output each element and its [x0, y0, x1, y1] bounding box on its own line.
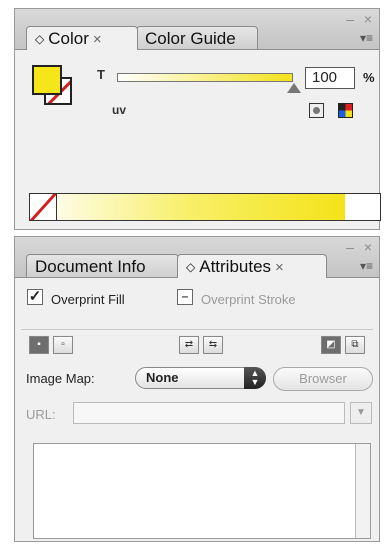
reverse-path-direction-off-icon[interactable]: ⇄ [179, 336, 199, 354]
tab-color-guide-label: Color Guide [145, 29, 236, 48]
tint-label: T [97, 67, 105, 82]
window-controls-icon[interactable]: – × [346, 11, 375, 27]
tab-color[interactable]: ◇ Color × [26, 26, 138, 50]
color-panel: ◇ Color × Color Guide – × ▾≡ T 100 % uv [14, 8, 381, 230]
image-map-label: Image Map: [26, 371, 95, 386]
diamond-icon: ◇ [186, 260, 196, 274]
tab-attributes-label: Attributes [199, 257, 272, 276]
white-swatch[interactable] [356, 194, 380, 203]
panel-menu-icon[interactable]: ▾≡ [360, 31, 373, 45]
overprint-stroke-checkbox[interactable]: – [177, 289, 193, 305]
tint-value-field[interactable]: 100 [305, 67, 355, 89]
url-label: URL: [26, 407, 56, 422]
overprint-fill-checkbox[interactable]: ✓ [27, 289, 43, 305]
overprint-stroke-label: Overprint Stroke [201, 292, 296, 307]
none-swatch[interactable] [30, 194, 57, 220]
close-icon[interactable]: × [93, 31, 102, 48]
image-map-select[interactable]: None ▲ ▼ [135, 367, 266, 389]
tab-color-guide[interactable]: Color Guide [136, 26, 258, 49]
tab-document-info-label: Document Info [35, 257, 146, 276]
tab-attributes[interactable]: ◇ Attributes × [177, 254, 327, 278]
select-arrows-icon: ▲ ▼ [244, 367, 266, 389]
fill-swatch[interactable] [32, 65, 62, 95]
url-input[interactable] [73, 402, 345, 424]
spot-color-icon[interactable] [309, 103, 324, 118]
attributes-panel-tabbar: Document Info ◇ Attributes × – × ▾≡ [15, 237, 379, 278]
panel-menu-icon[interactable]: ▾≡ [360, 259, 373, 273]
dont-show-center-icon[interactable]: ▪ [29, 336, 49, 354]
show-center-icon[interactable]: ▫ [53, 336, 73, 354]
use-even-odd-fill-rule-icon[interactable]: ⧉ [345, 336, 365, 354]
attributes-panel: Document Info ◇ Attributes × – × ▾≡ ✓ Over… [14, 236, 380, 542]
browser-button[interactable]: Browser [273, 367, 373, 391]
ink-name-label: uv [112, 103, 127, 117]
close-icon[interactable]: × [275, 259, 284, 276]
notes-textarea[interactable] [33, 443, 371, 539]
reverse-path-direction-on-icon[interactable]: ⇆ [203, 336, 223, 354]
tint-unit: % [363, 70, 375, 85]
diamond-icon: ◇ [35, 32, 45, 46]
use-non-zero-winding-fill-rule-icon[interactable]: ◩ [321, 336, 341, 354]
window-controls-icon[interactable]: – × [346, 239, 375, 255]
color-panel-tabbar: ◇ Color × Color Guide – × ▾≡ [15, 9, 379, 50]
attributes-icon-bar: ▪ ▫ ⇄ ⇆ ◩ ⧉ [21, 329, 373, 354]
fill-stroke-swatches [32, 65, 72, 105]
process-color-icon[interactable] [338, 103, 353, 118]
tab-color-label: Color [48, 29, 89, 48]
image-map-value: None [146, 370, 179, 385]
overprint-fill-label: Overprint Fill [51, 292, 125, 307]
color-ramp[interactable] [29, 193, 381, 221]
url-dropdown-icon[interactable]: ▼ [350, 402, 372, 424]
tab-document-info[interactable]: Document Info [26, 254, 179, 277]
tint-slider[interactable] [117, 73, 293, 82]
tint-slider-handle[interactable] [287, 83, 301, 93]
notes-scrollbar[interactable] [355, 444, 370, 538]
